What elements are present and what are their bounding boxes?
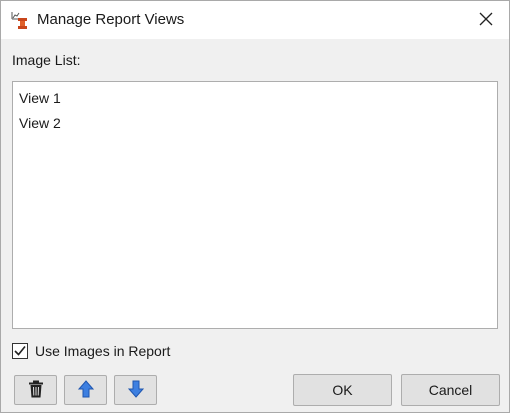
image-list-label: Image List:	[12, 52, 81, 68]
list-item[interactable]: View 1	[19, 87, 61, 109]
report-views-icon	[10, 10, 30, 30]
ok-button[interactable]: OK	[293, 374, 392, 406]
image-list[interactable]: View 1 View 2	[12, 81, 498, 329]
list-item[interactable]: View 2	[19, 112, 61, 134]
move-down-button[interactable]	[114, 375, 157, 405]
manage-report-views-dialog: Manage Report Views Image List: View 1 V…	[0, 0, 510, 413]
trash-icon	[28, 380, 44, 401]
close-button[interactable]	[463, 1, 509, 39]
cancel-button[interactable]: Cancel	[401, 374, 500, 406]
arrow-down-icon	[127, 380, 144, 401]
arrow-up-icon	[77, 379, 94, 401]
title-bar: Manage Report Views	[1, 1, 509, 39]
dialog-title: Manage Report Views	[37, 11, 185, 28]
use-images-label: Use Images in Report	[35, 343, 171, 359]
use-images-checkbox[interactable]	[12, 343, 28, 359]
delete-button[interactable]	[14, 375, 57, 405]
move-up-button[interactable]	[64, 375, 107, 405]
close-icon	[479, 12, 493, 29]
